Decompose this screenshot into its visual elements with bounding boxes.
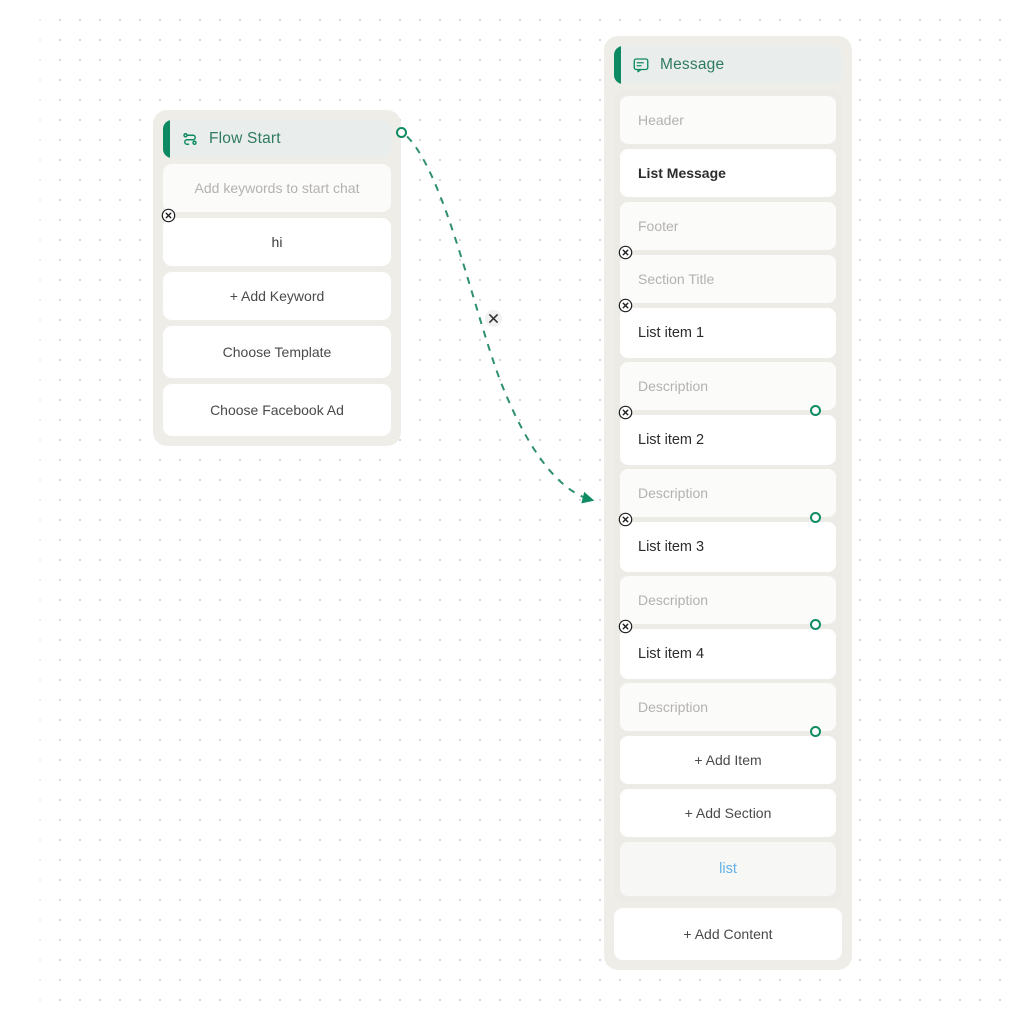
list-item-description-2[interactable]: Description — [620, 469, 836, 517]
keywords-placeholder-field[interactable]: Add keywords to start chat — [163, 164, 391, 212]
message-body-text: List Message — [638, 165, 726, 181]
list-item-output-handle-3[interactable] — [810, 618, 821, 630]
keywords-placeholder-text: Add keywords to start chat — [194, 180, 360, 196]
list-item-title-text: List item 3 — [638, 539, 705, 555]
list-item-title-3[interactable]: List item 3 — [618, 512, 836, 572]
message-header-field[interactable]: Header — [620, 96, 836, 144]
flow-start-header[interactable]: Flow Start — [163, 120, 391, 158]
message-body-field[interactable]: List Message — [620, 149, 836, 197]
node-flow-start[interactable]: Flow Start Add keywords to start chat hi… — [153, 110, 407, 446]
list-item-output-handle-2[interactable] — [810, 511, 821, 523]
list-item-title-1[interactable]: List item 1 — [618, 298, 836, 358]
remove-list-item-icon[interactable] — [618, 512, 633, 527]
choose-template-button[interactable]: Choose Template — [163, 326, 391, 378]
choose-facebook-ad-label: Choose Facebook Ad — [210, 402, 344, 418]
list-item-description-text: Description — [638, 485, 709, 501]
list-item-description-4[interactable]: Description — [620, 683, 836, 731]
section-title-field[interactable]: Section Title — [618, 245, 836, 303]
remove-keyword-icon[interactable] — [161, 208, 176, 223]
chat-bubble-icon — [632, 56, 650, 74]
flow-canvas[interactable]: Flow Start Add keywords to start chat hi… — [0, 0, 1015, 1013]
add-item-label: + Add Item — [694, 752, 762, 768]
list-item-title-text: List item 2 — [638, 432, 705, 448]
close-icon — [489, 314, 498, 323]
add-item-button[interactable]: + Add Item — [620, 736, 836, 784]
list-item-pair-2: List item 2 Description — [618, 405, 836, 523]
message-header-text: Header — [638, 112, 684, 128]
list-item-title-4[interactable]: List item 4 — [618, 619, 836, 679]
list-item-description-3[interactable]: Description — [620, 576, 836, 624]
remove-list-item-icon[interactable] — [618, 619, 633, 634]
node-message[interactable]: Message Header List Message Footer Secti… — [604, 36, 852, 970]
list-item-description-text: Description — [638, 592, 709, 608]
add-content-label: + Add Content — [683, 926, 773, 942]
list-item-pair-3: List item 3 Description — [618, 512, 836, 630]
list-item-description-text: Description — [638, 378, 709, 394]
remove-section-icon[interactable] — [618, 245, 633, 260]
choose-template-label: Choose Template — [222, 344, 332, 360]
choose-facebook-ad-button[interactable]: Choose Facebook Ad — [163, 384, 391, 436]
keyword-row-hi[interactable]: hi — [161, 208, 391, 266]
flow-route-icon — [181, 130, 199, 148]
list-item-description-1[interactable]: Description — [620, 362, 836, 410]
add-content-button[interactable]: + Add Content — [614, 908, 842, 960]
list-item-title-text: List item 1 — [638, 325, 705, 341]
add-keyword-button[interactable]: + Add Keyword — [163, 272, 391, 320]
flow-start-title: Flow Start — [209, 130, 281, 147]
message-body: Header List Message Footer Section Title… — [614, 90, 842, 960]
list-link-label: list — [719, 861, 737, 877]
remove-list-item-icon[interactable] — [618, 298, 633, 313]
list-item-output-handle-4[interactable] — [810, 725, 821, 737]
message-footer-text: Footer — [638, 218, 679, 234]
add-keyword-label: + Add Keyword — [229, 288, 325, 304]
list-item-pair-1: List item 1 Description — [618, 298, 836, 416]
list-item-pair-4: List item 4 Description — [618, 619, 836, 737]
flow-start-body: Add keywords to start chat hi + Add Keyw… — [161, 164, 391, 436]
section-title-text: Section Title — [638, 271, 715, 287]
message-content-card: Header List Message Footer Section Title… — [614, 90, 842, 902]
list-item-description-text: Description — [638, 699, 709, 715]
keyword-value: hi — [271, 234, 283, 250]
list-item-title-2[interactable]: List item 2 — [618, 405, 836, 465]
message-title: Message — [660, 56, 725, 73]
add-section-button[interactable]: + Add Section — [620, 789, 836, 837]
flow-start-output-handle[interactable] — [395, 127, 407, 138]
message-footer-field[interactable]: Footer — [620, 202, 836, 250]
remove-list-item-icon[interactable] — [618, 405, 633, 420]
list-item-output-handle-1[interactable] — [810, 404, 821, 416]
edge-delete-button[interactable] — [485, 310, 502, 327]
list-link[interactable]: list — [620, 842, 836, 896]
add-section-label: + Add Section — [684, 805, 772, 821]
message-header[interactable]: Message — [614, 46, 842, 84]
list-item-title-text: List item 4 — [638, 646, 705, 662]
